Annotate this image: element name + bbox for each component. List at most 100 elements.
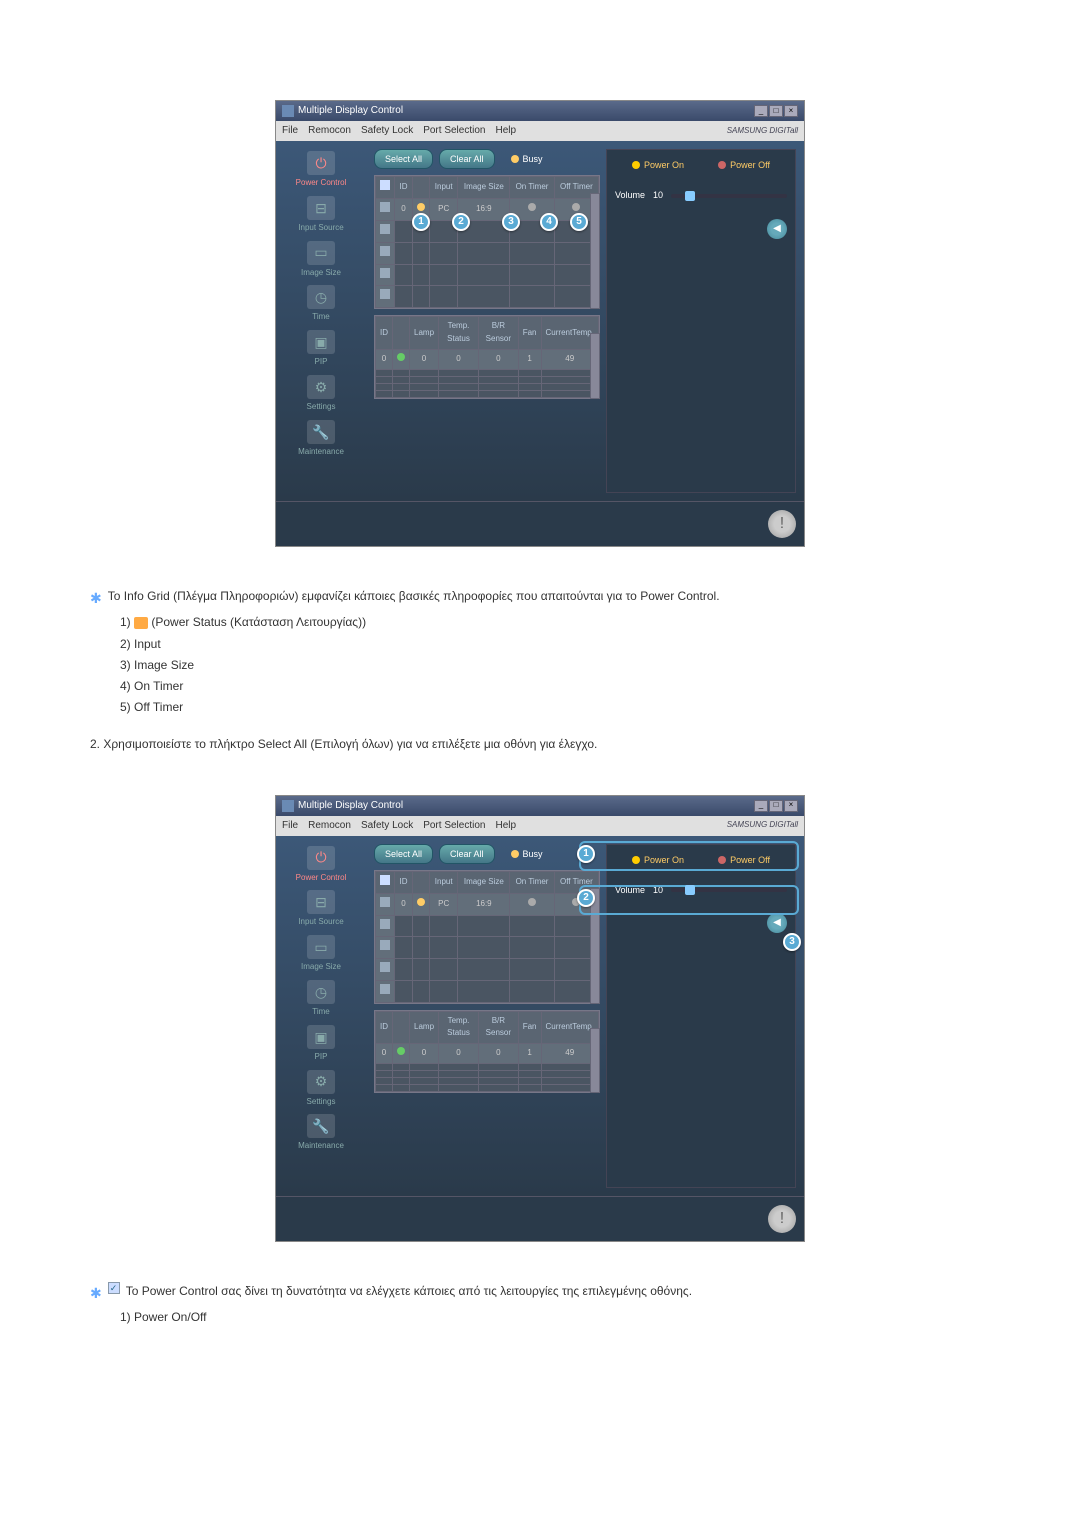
sidebar-item-settings[interactable]: ⚙ Settings xyxy=(307,1070,336,1109)
busy-dot-icon xyxy=(511,850,519,858)
power-on-button[interactable]: Power On xyxy=(632,158,684,172)
maintenance-icon: 🔧 xyxy=(307,420,335,444)
col-status-icon xyxy=(413,177,430,199)
cell-fan: 1 xyxy=(518,1044,541,1064)
cell-input: PC xyxy=(430,893,458,915)
menu-help[interactable]: Help xyxy=(495,123,516,139)
maximize-button[interactable]: □ xyxy=(769,105,783,117)
sidebar-item-input-source[interactable]: ⊟ Input Source xyxy=(298,890,343,929)
power-off-button[interactable]: Power Off xyxy=(718,853,770,867)
sidebar-item-pip[interactable]: ▣ PIP xyxy=(307,330,335,369)
power-off-dot-icon xyxy=(718,161,726,169)
sidebar-label: Image Size xyxy=(301,961,341,974)
doc-text-1: ✱ Το Info Grid (Πλέγμα Πληροφοριών) εμφα… xyxy=(90,587,1020,755)
sidebar-item-time[interactable]: ◷ Time xyxy=(307,980,335,1019)
clear-all-button[interactable]: Clear All xyxy=(439,149,495,169)
cell-fan: 1 xyxy=(518,349,541,369)
cell-lamp: 0 xyxy=(410,349,439,369)
menu-port-selection[interactable]: Port Selection xyxy=(423,818,485,834)
brand-label: SAMSUNG DIGITall xyxy=(727,819,798,832)
col-id: ID xyxy=(376,317,393,350)
sidebar-item-power-control[interactable]: ⏻ Power Control xyxy=(296,846,347,885)
cell-br-sensor: 0 xyxy=(479,1044,519,1064)
menu-help[interactable]: Help xyxy=(495,818,516,834)
power-off-button[interactable]: Power Off xyxy=(718,158,770,172)
badge-3: 3 xyxy=(783,933,801,951)
table-row[interactable]: 0 0 0 0 1 49 xyxy=(376,349,599,369)
sidebar-item-pip[interactable]: ▣ PIP xyxy=(307,1025,335,1064)
minimize-button[interactable]: _ xyxy=(754,105,768,117)
col-lamp: Lamp xyxy=(410,1011,439,1044)
list-item-1-prefix: 1) xyxy=(120,615,134,629)
list-item-3: 3) Image Size xyxy=(120,656,1020,675)
power-on-button[interactable]: Power On xyxy=(632,853,684,867)
scrollbar[interactable] xyxy=(590,1028,600,1093)
sidebar-item-input-source[interactable]: ⊟ Input Source xyxy=(298,196,343,235)
col-status-icon xyxy=(393,1011,410,1044)
list-item-1-suffix: (Power Status (Κατάσταση Λειτουργίας)) xyxy=(151,615,366,629)
cell-temp-status: 0 xyxy=(439,349,479,369)
col-temp-status: Temp. Status xyxy=(439,1011,479,1044)
col-check[interactable] xyxy=(376,871,395,893)
sidebar-item-maintenance[interactable]: 🔧 Maintenance xyxy=(298,1114,344,1153)
menu-file[interactable]: File xyxy=(282,123,298,139)
slider-handle[interactable] xyxy=(685,191,695,201)
sidebar-item-maintenance[interactable]: 🔧 Maintenance xyxy=(298,420,344,459)
sidebar-item-settings[interactable]: ⚙ Settings xyxy=(307,375,336,414)
table-row[interactable]: 0 PC 16:9 xyxy=(376,199,599,221)
list-item-4: 4) On Timer xyxy=(120,677,1020,696)
col-fan: Fan xyxy=(518,317,541,350)
menu-port-selection[interactable]: Port Selection xyxy=(423,123,485,139)
sidebar-item-power-control[interactable]: ⏻ Power Control xyxy=(296,151,347,190)
busy-indicator: Busy xyxy=(511,847,543,861)
menu-remocon[interactable]: Remocon xyxy=(308,123,351,139)
volume-control: Volume 10 xyxy=(615,883,787,897)
col-temp-status: Temp. Status xyxy=(439,317,479,350)
power-icon: ⏻ xyxy=(307,846,335,870)
busy-indicator: Busy xyxy=(511,152,543,166)
volume-control: Volume 10 xyxy=(615,188,787,202)
close-button[interactable]: × xyxy=(784,800,798,812)
power-on-label: Power On xyxy=(644,158,684,172)
sidebar-label: Settings xyxy=(307,401,336,414)
menu-remocon[interactable]: Remocon xyxy=(308,818,351,834)
badge-2: 2 xyxy=(577,889,595,907)
cell-br-sensor: 0 xyxy=(479,349,519,369)
pip-icon: ▣ xyxy=(307,330,335,354)
info-grid-wrapper: ID Input Image Size On Timer Off Timer 0 xyxy=(374,870,600,1004)
control-panel: Power On Power Off Volume 10 ◀ xyxy=(606,149,796,493)
sidebar-item-image-size[interactable]: ▭ Image Size xyxy=(301,935,341,974)
power-on-dot-icon xyxy=(632,161,640,169)
app-icon xyxy=(282,105,294,117)
mute-icon[interactable]: ◀ xyxy=(767,219,787,239)
scrollbar[interactable] xyxy=(590,888,600,1004)
scrollbar[interactable] xyxy=(590,333,600,398)
col-check[interactable] xyxy=(376,177,395,199)
mute-icon[interactable]: ◀ xyxy=(767,913,787,933)
select-all-button[interactable]: Select All xyxy=(374,844,433,864)
col-fan: Fan xyxy=(518,1011,541,1044)
cell-lamp: 0 xyxy=(410,1044,439,1064)
volume-slider[interactable] xyxy=(671,888,787,892)
sidebar-item-image-size[interactable]: ▭ Image Size xyxy=(301,241,341,280)
close-button[interactable]: × xyxy=(784,105,798,117)
menu-safety-lock[interactable]: Safety Lock xyxy=(361,818,413,834)
sidebar-label: Time xyxy=(312,311,329,324)
menu-file[interactable]: File xyxy=(282,818,298,834)
volume-slider[interactable] xyxy=(671,194,787,198)
menu-safety-lock[interactable]: Safety Lock xyxy=(361,123,413,139)
minimize-button[interactable]: _ xyxy=(754,800,768,812)
clear-all-button[interactable]: Clear All xyxy=(439,844,495,864)
alert-icon[interactable]: ! xyxy=(768,1205,796,1233)
sidebar-item-time[interactable]: ◷ Time xyxy=(307,285,335,324)
table-row[interactable]: 0 PC 16:9 xyxy=(376,893,599,915)
time-icon: ◷ xyxy=(307,980,335,1004)
scrollbar[interactable] xyxy=(590,193,600,309)
select-all-button[interactable]: Select All xyxy=(374,149,433,169)
slider-handle[interactable] xyxy=(685,885,695,895)
maximize-button[interactable]: □ xyxy=(769,800,783,812)
alert-icon[interactable]: ! xyxy=(768,510,796,538)
pip-icon: ▣ xyxy=(307,1025,335,1049)
table-row[interactable]: 0 0 0 0 1 49 xyxy=(376,1044,599,1064)
list-item-5: 5) Off Timer xyxy=(120,698,1020,717)
